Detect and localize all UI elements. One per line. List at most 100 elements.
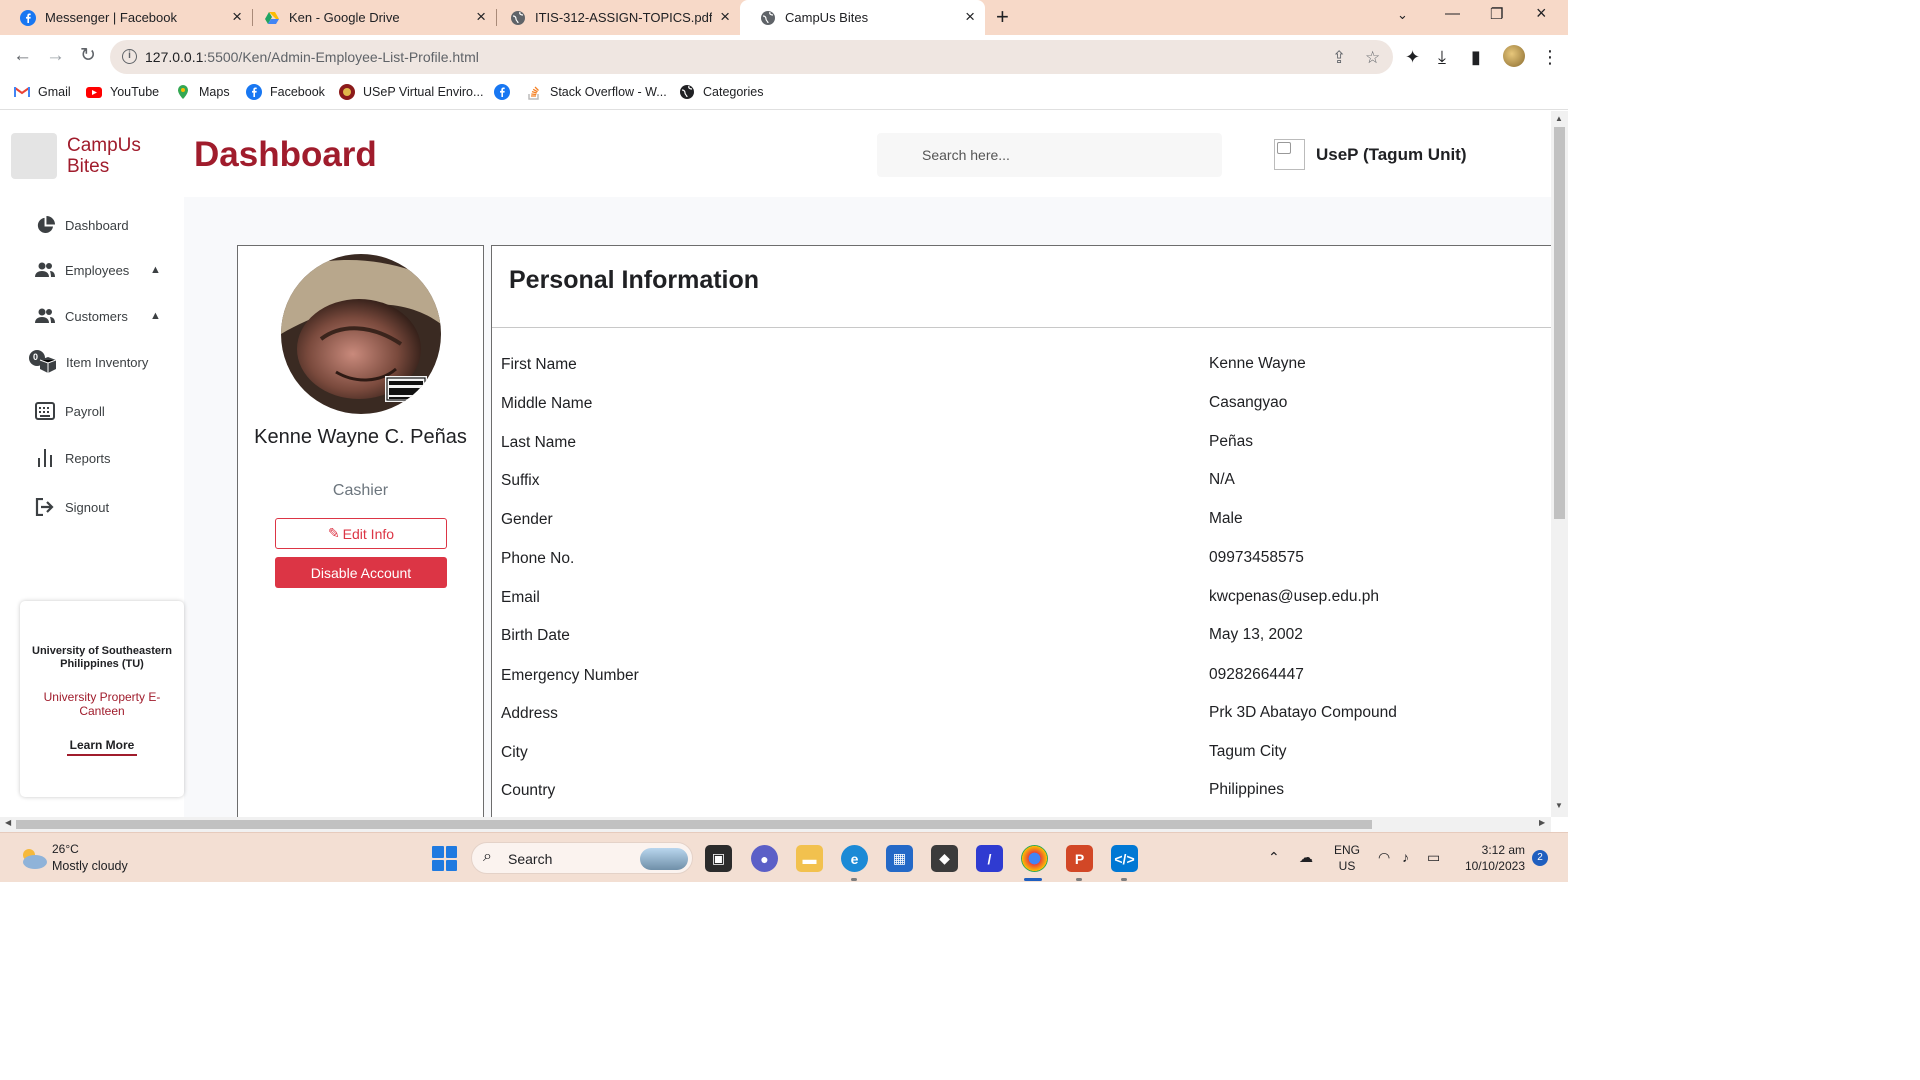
windows-start-icon[interactable] <box>432 846 457 871</box>
close-icon[interactable]: × <box>965 8 975 26</box>
info-label: Middle Name <box>501 395 593 412</box>
sidebar-item-dashboard[interactable]: Dashboard <box>34 214 129 236</box>
vpn-app-icon[interactable]: / <box>976 845 1003 872</box>
horizontal-scrollbar[interactable]: ◀ ▶ <box>0 817 1551 832</box>
info-row-suffix: Suffix N/A <box>492 471 1551 502</box>
menu-kebab-icon[interactable]: ⋮ <box>1541 47 1559 68</box>
cloud-offline-icon[interactable]: ☁ <box>1299 849 1313 866</box>
microsoft-store-icon[interactable]: ▦ <box>886 845 913 872</box>
bookmark-facebook[interactable]: Facebook <box>246 84 325 100</box>
close-window-button[interactable]: × <box>1536 3 1547 24</box>
edit-info-label: Edit Info <box>342 525 395 542</box>
users-icon <box>34 305 56 327</box>
cloudy-weather-icon[interactable] <box>18 846 48 870</box>
sidebar-item-reports[interactable]: Reports <box>34 447 111 469</box>
bookmark-usep[interactable]: USeP Virtual Enviro... <box>339 84 483 100</box>
address-bar[interactable]: i 127.0.0.1:5500/Ken/Admin-Employee-List… <box>110 40 1393 74</box>
clock[interactable]: 3:12 am 10/10/2023 <box>1455 842 1525 874</box>
file-explorer-icon[interactable]: ▬ <box>796 845 823 872</box>
tab-search-icon[interactable]: ⌄ <box>1397 7 1408 23</box>
bookmark-categories[interactable]: Categories <box>679 84 763 100</box>
sidebar-item-label: Item Inventory <box>66 354 149 370</box>
weather-description[interactable]: Mostly cloudy <box>52 859 128 873</box>
minimize-button[interactable]: — <box>1445 5 1460 22</box>
search-input[interactable] <box>877 133 1222 177</box>
info-label: Phone No. <box>501 550 575 567</box>
scrollbar-thumb[interactable] <box>16 820 1372 829</box>
share-icon[interactable]: ⇪ <box>1332 48 1346 68</box>
reload-icon[interactable]: ↻ <box>80 45 96 67</box>
vscode-icon[interactable]: </> <box>1111 845 1138 872</box>
sidebar-item-signout[interactable]: Signout <box>34 496 109 518</box>
info-label: Country <box>501 782 556 799</box>
chevron-up-icon[interactable]: ▲ <box>150 264 161 276</box>
tab-pdf[interactable]: ITIS-312-ASSIGN-TOPICS.pdf × <box>490 0 740 35</box>
bookmark-gmail[interactable]: Gmail <box>14 84 71 100</box>
forward-arrow-icon[interactable]: → <box>46 45 65 67</box>
wifi-icon[interactable]: ◠ <box>1378 849 1390 866</box>
battery-icon[interactable]: ▭ <box>1427 849 1440 866</box>
signout-icon <box>34 496 56 518</box>
site-info-icon[interactable]: i <box>122 49 137 64</box>
scrollbar-thumb[interactable] <box>1554 127 1565 519</box>
sidebar-item-payroll[interactable]: Payroll <box>34 400 105 422</box>
bookmark-stackoverflow[interactable]: Stack Overflow - W... <box>526 84 667 100</box>
tab-messenger[interactable]: Messenger | Facebook × <box>0 0 252 35</box>
bookmark-youtube[interactable]: YouTube <box>86 84 159 100</box>
brand[interactable]: CampUs Bites <box>11 133 157 179</box>
info-label: City <box>501 744 528 761</box>
tab-title: CampUs Bites <box>785 10 869 25</box>
task-view-icon[interactable]: ▣ <box>705 845 732 872</box>
facebook-icon <box>20 9 36 26</box>
tab-google-drive[interactable]: Ken - Google Drive × <box>244 0 496 35</box>
close-icon[interactable]: × <box>476 8 486 26</box>
disable-account-button[interactable]: Disable Account <box>275 557 447 588</box>
globe-icon <box>761 10 775 25</box>
info-label: Last Name <box>501 434 576 451</box>
notification-badge[interactable]: 2 <box>1532 850 1548 866</box>
profile-avatar[interactable] <box>1503 45 1525 67</box>
close-icon[interactable]: × <box>232 8 242 26</box>
sidebar-item-customers[interactable]: Customers ▲ <box>34 305 161 327</box>
bookmark-maps[interactable]: Maps <box>175 84 230 100</box>
weather-temperature[interactable]: 26°C <box>52 842 79 856</box>
edit-info-button[interactable]: ✎ Edit Info <box>275 518 447 549</box>
close-icon[interactable]: × <box>720 8 730 26</box>
side-panel-icon[interactable]: ▮ <box>1471 47 1481 68</box>
scroll-down-arrow-icon[interactable]: ▼ <box>1555 801 1563 810</box>
taskbar-search[interactable]: ⌕ Search <box>471 842 693 874</box>
scroll-left-arrow-icon[interactable]: ◀ <box>5 818 11 827</box>
vertical-scrollbar[interactable]: ▲ ▼ <box>1551 111 1568 817</box>
scroll-right-arrow-icon[interactable]: ▶ <box>1539 818 1545 827</box>
tab-campus-bites[interactable]: CampUs Bites × <box>740 0 985 35</box>
language-indicator[interactable]: ENG US <box>1334 842 1360 874</box>
users-icon <box>34 259 56 281</box>
download-icon[interactable]: ⤓ <box>1438 47 1446 68</box>
powerpoint-icon[interactable]: P <box>1066 845 1093 872</box>
bookmark-star-icon[interactable]: ☆ <box>1365 48 1380 68</box>
back-arrow-icon[interactable]: ← <box>13 45 32 67</box>
extensions-icon[interactable]: ✦ <box>1405 47 1420 68</box>
new-tab-button[interactable]: + <box>996 5 1009 29</box>
url-text[interactable]: 127.0.0.1:5500/Ken/Admin-Employee-List-P… <box>145 49 479 65</box>
bookmark-label: YouTube <box>110 85 160 99</box>
chat-icon[interactable]: ● <box>751 845 778 872</box>
chrome-icon[interactable] <box>1021 845 1048 872</box>
restore-button[interactable]: ❐ <box>1490 5 1503 23</box>
bookmark-facebook-2[interactable] <box>494 84 518 100</box>
chevron-up-icon[interactable]: ▲ <box>150 310 161 322</box>
edge-browser-icon[interactable]: e <box>841 845 868 872</box>
sidebar-item-employees[interactable]: Employees ▲ <box>34 259 161 281</box>
sidebar-item-label: Signout <box>65 499 110 515</box>
info-row-birth-date: Birth Date May 13, 2002 <box>492 626 1551 657</box>
running-indicator <box>1076 878 1082 881</box>
sidebar-item-inventory[interactable]: 0 Item Inventory <box>27 350 149 373</box>
pie-chart-icon <box>34 214 56 236</box>
learn-more-button[interactable]: Learn More <box>67 738 137 756</box>
unity-icon[interactable]: ◆ <box>931 845 958 872</box>
running-indicator <box>851 878 857 881</box>
volume-icon[interactable]: ♪ <box>1402 849 1409 865</box>
chevron-up-icon[interactable]: ⌃ <box>1268 849 1280 866</box>
scroll-up-arrow-icon[interactable]: ▲ <box>1555 114 1563 123</box>
unit-name: UseP (Tagum Unit) <box>1316 145 1467 164</box>
